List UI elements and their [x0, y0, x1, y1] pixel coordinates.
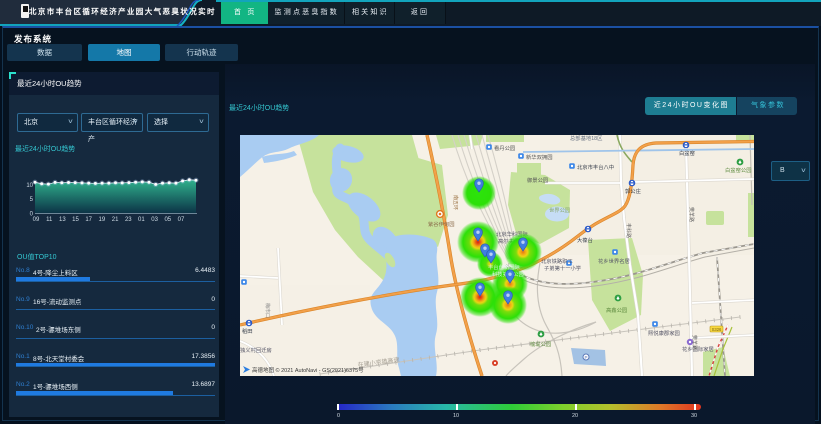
svg-text:熙悦康郡家园: 熙悦康郡家园: [648, 329, 680, 337]
svg-text:07: 07: [178, 217, 185, 223]
svg-text:21: 21: [112, 217, 119, 223]
svg-text:大葆台: 大葆台: [577, 236, 593, 244]
svg-text:5: 5: [30, 197, 34, 203]
svg-text:樊羊路: 樊羊路: [688, 207, 695, 222]
svg-text:北京铁路职工: 北京铁路职工: [541, 257, 573, 265]
svg-text:梅市口: 梅市口: [264, 303, 271, 318]
svg-text:世界公园: 世界公园: [549, 206, 570, 214]
svg-text:白盆窑公园: 白盆窑公园: [725, 166, 752, 174]
svg-text:03: 03: [151, 217, 158, 223]
svg-text:南五环: 南五环: [452, 195, 459, 210]
svg-text:丰台创新国际: 丰台创新国际: [488, 263, 520, 271]
svg-text:榆堤公园: 榆堤公园: [530, 340, 551, 348]
svg-text:高德地图 © 2021 AutoNavi - GS(2021: 高德地图 © 2021 AutoNavi - GS(2021)6375号: [252, 366, 364, 374]
svg-text:10: 10: [26, 183, 33, 189]
svg-text:白盆窑: 白盆窑: [679, 149, 695, 157]
svg-text:紫谷伊甸园: 紫谷伊甸园: [428, 220, 455, 228]
svg-text:11: 11: [46, 217, 53, 223]
svg-text:23: 23: [125, 217, 132, 223]
svg-text:御景公园: 御景公园: [527, 176, 548, 184]
svg-text:高鑫公园: 高鑫公园: [606, 306, 627, 314]
svg-text:新华双拥园: 新华双拥园: [526, 153, 553, 161]
svg-text:北京市丰台八中: 北京市丰台八中: [577, 163, 614, 171]
svg-text:13: 13: [59, 217, 66, 223]
svg-text:稻田: 稻田: [242, 327, 253, 335]
svg-text:01: 01: [138, 217, 145, 223]
svg-text:17: 17: [85, 217, 92, 223]
svg-text:郭公庄: 郭公庄: [625, 187, 642, 195]
svg-text:S326: S326: [712, 327, 722, 332]
svg-text:总部基地18区: 总部基地18区: [570, 135, 603, 142]
svg-text:看丹公园: 看丹公园: [494, 144, 515, 152]
svg-text:子弟第十一小学: 子弟第十一小学: [544, 264, 581, 272]
svg-text:丰科路: 丰科路: [625, 223, 632, 238]
svg-text:19: 19: [99, 217, 106, 223]
svg-text:05: 05: [164, 217, 171, 223]
svg-text:09: 09: [33, 217, 40, 223]
svg-text:独义村回迁房: 独义村回迁房: [240, 346, 272, 354]
svg-text:樊羊路: 樊羊路: [691, 335, 698, 350]
svg-text:P: P: [584, 355, 587, 360]
svg-text:15: 15: [72, 217, 79, 223]
svg-text:花乡世界名居: 花乡世界名居: [598, 257, 630, 265]
